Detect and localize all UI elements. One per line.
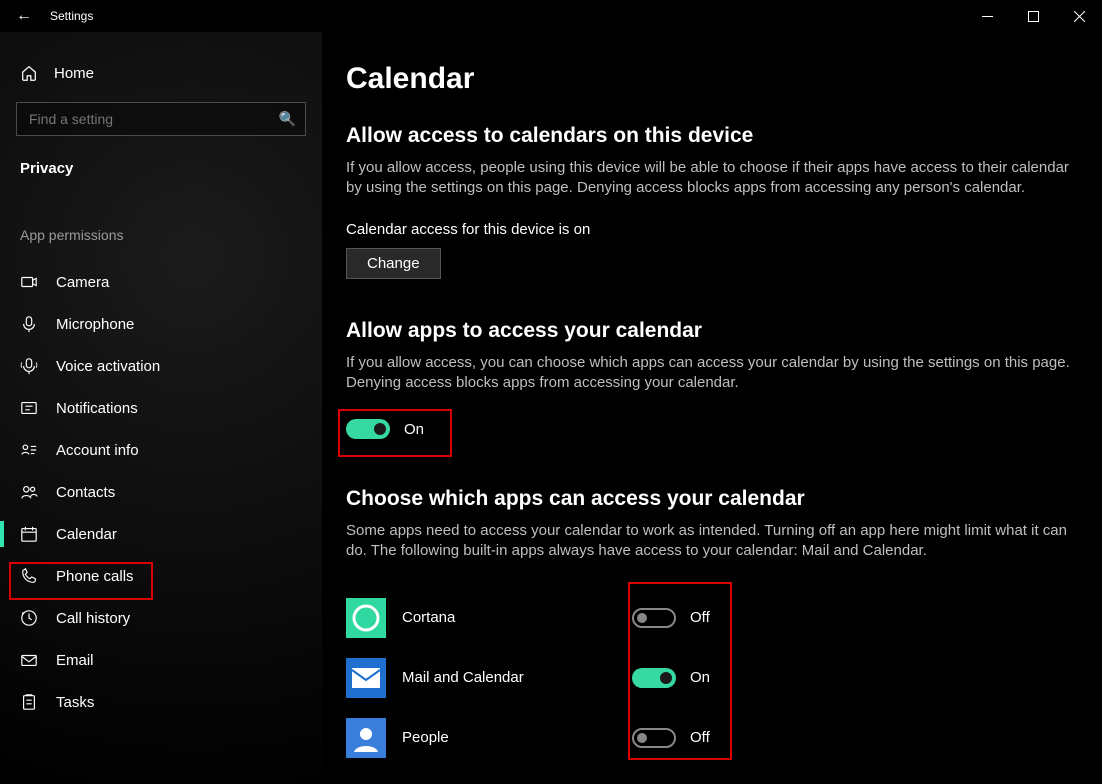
section-heading: Allow apps to access your calendar (346, 319, 1078, 343)
app-name: People (402, 729, 632, 746)
apps-access-toggle[interactable] (346, 419, 390, 439)
section-apps-access: Allow apps to access your calendar If yo… (346, 319, 1078, 448)
sidebar-item-contacts[interactable]: Contacts (0, 471, 322, 513)
sidebar-item-email[interactable]: Email (0, 639, 322, 681)
window-title: Settings (50, 9, 93, 23)
sidebar-item-label: Camera (56, 274, 109, 291)
toggle-label: Off (690, 609, 710, 626)
sidebar-item-label: Account info (56, 442, 139, 459)
section-choose-apps: Choose which apps can access your calend… (346, 487, 1078, 768)
sidebar-item-notifications[interactable]: Notifications (0, 387, 322, 429)
back-button[interactable]: ← (16, 7, 32, 25)
home-icon (20, 64, 38, 82)
contacts-icon (20, 483, 38, 501)
notifications-icon (20, 399, 38, 417)
sidebar-item-call-history[interactable]: Call history (0, 597, 322, 639)
voice-activation-icon (20, 357, 38, 375)
sidebar-item-label: Call history (56, 610, 130, 627)
sidebar-item-voice-activation[interactable]: Voice activation (0, 345, 322, 387)
sidebar-home[interactable]: Home (0, 56, 322, 90)
toggle-label: On (690, 669, 710, 686)
toggle-label: Off (690, 729, 710, 746)
page-title: Calendar (346, 62, 1078, 96)
account-info-icon (20, 441, 38, 459)
app-row: Mail and Calendar On (346, 648, 1078, 708)
sidebar: Home 🔍 Privacy App permissions CameraMic… (0, 32, 322, 784)
phone-calls-icon (20, 567, 38, 585)
sidebar-home-label: Home (54, 65, 94, 82)
section-desc: If you allow access, you can choose whic… (346, 353, 1078, 394)
sidebar-item-label: Notifications (56, 400, 138, 417)
app-name: Cortana (402, 609, 632, 626)
sidebar-item-camera[interactable]: Camera (0, 261, 322, 303)
app-icon (346, 658, 386, 698)
sidebar-item-label: Voice activation (56, 358, 160, 375)
microphone-icon (20, 315, 38, 333)
close-button[interactable] (1056, 0, 1102, 32)
section-desc: If you allow access, people using this d… (346, 158, 1078, 199)
app-row: Cortana Off (346, 588, 1078, 648)
sidebar-item-microphone[interactable]: Microphone (0, 303, 322, 345)
sidebar-item-account-info[interactable]: Account info (0, 429, 322, 471)
sidebar-group-label: App permissions (0, 197, 322, 261)
maximize-button[interactable] (1010, 0, 1056, 32)
sidebar-item-label: Calendar (56, 526, 117, 543)
sidebar-item-phone-calls[interactable]: Phone calls (0, 555, 322, 597)
sidebar-item-tasks[interactable]: Tasks (0, 681, 322, 723)
maximize-icon (1028, 11, 1039, 22)
section-desc: Some apps need to access your calendar t… (346, 521, 1078, 562)
sidebar-category: Privacy (0, 156, 322, 197)
sidebar-item-label: Email (56, 652, 94, 669)
app-toggle[interactable] (632, 668, 676, 688)
sidebar-item-label: Tasks (56, 694, 94, 711)
main-content: Calendar Allow access to calendars on th… (322, 32, 1102, 784)
app-icon (346, 718, 386, 758)
sidebar-item-calendar[interactable]: Calendar (0, 513, 322, 555)
section-heading: Allow access to calendars on this device (346, 124, 1078, 148)
app-toggle[interactable] (632, 608, 676, 628)
section-heading: Choose which apps can access your calend… (346, 487, 1078, 511)
app-row: People Off (346, 708, 1078, 768)
sidebar-item-label: Microphone (56, 316, 134, 333)
email-icon (20, 651, 38, 669)
close-icon (1074, 11, 1085, 22)
sidebar-item-label: Phone calls (56, 568, 134, 585)
section-device-access: Allow access to calendars on this device… (346, 124, 1078, 279)
app-icon (346, 598, 386, 638)
titlebar: ← Settings (0, 0, 1102, 32)
calendar-icon (20, 525, 38, 543)
app-name: Mail and Calendar (402, 669, 632, 686)
minimize-button[interactable] (964, 0, 1010, 32)
camera-icon (20, 273, 38, 291)
app-toggle[interactable] (632, 728, 676, 748)
sidebar-item-label: Contacts (56, 484, 115, 501)
tasks-icon (20, 693, 38, 711)
search-input[interactable] (16, 102, 306, 136)
minimize-icon (982, 11, 993, 22)
toggle-label: On (404, 421, 424, 438)
device-access-status: Calendar access for this device is on (346, 221, 1078, 238)
change-button[interactable]: Change (346, 248, 441, 279)
call-history-icon (20, 609, 38, 627)
